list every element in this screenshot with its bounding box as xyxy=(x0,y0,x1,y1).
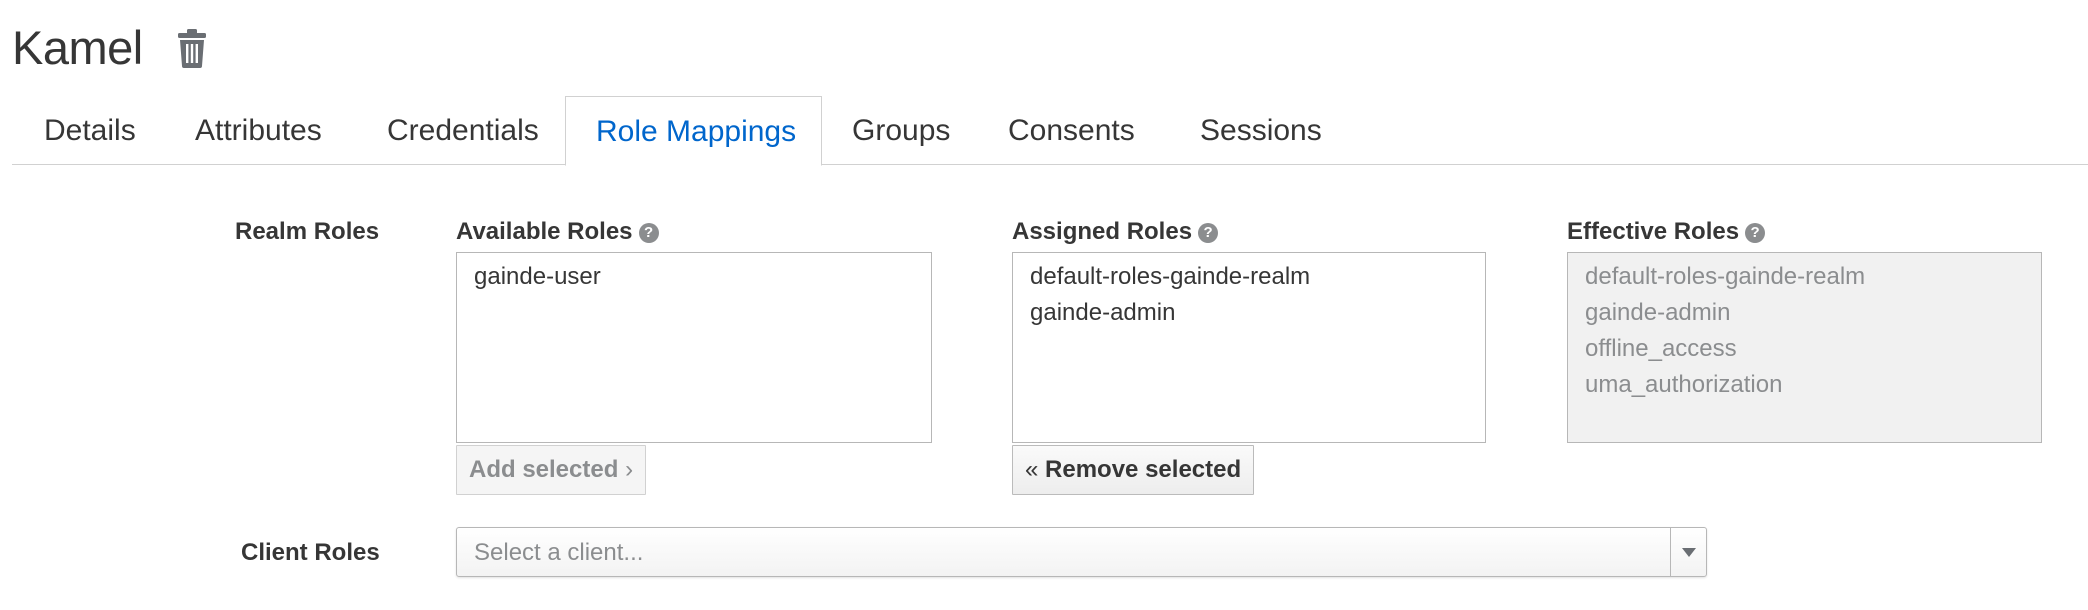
tab-sessions[interactable]: Sessions xyxy=(1170,96,1352,164)
available-roles-heading: Available Roles? xyxy=(456,218,659,246)
add-selected-button[interactable]: Add selected › xyxy=(456,445,647,495)
available-roles-label: Available Roles xyxy=(456,218,633,245)
help-icon[interactable]: ? xyxy=(1745,223,1766,243)
assigned-roles-label: Assigned Roles xyxy=(1012,218,1193,245)
tab-attributes[interactable]: Attributes xyxy=(165,96,352,164)
effective-roles-list: default-roles-gainde-realm gainde-admin … xyxy=(1567,252,2042,443)
tab-groups[interactable]: Groups xyxy=(822,96,980,164)
list-item: uma_authorization xyxy=(1585,371,1783,398)
help-icon[interactable]: ? xyxy=(638,223,659,243)
effective-roles-heading: Effective Roles? xyxy=(1567,218,1766,246)
assigned-roles-heading: Assigned Roles? xyxy=(1012,218,1219,246)
available-roles-list[interactable]: gainde-user xyxy=(456,252,932,443)
page-header: Kamel xyxy=(12,20,209,75)
list-item[interactable]: gainde-admin xyxy=(1030,295,1485,331)
tab-details[interactable]: Details xyxy=(14,96,166,164)
assigned-roles-list[interactable]: default-roles-gainde-realm gainde-admin xyxy=(1012,252,1486,443)
trash-icon[interactable] xyxy=(175,27,209,69)
tab-role-mappings[interactable]: Role Mappings xyxy=(565,96,822,166)
list-item[interactable]: default-roles-gainde-realm xyxy=(1030,259,1485,295)
remove-selected-button[interactable]: « Remove selected xyxy=(1012,445,1255,495)
list-item[interactable]: gainde-user xyxy=(474,259,931,295)
dropdown-toggle[interactable] xyxy=(1670,528,1706,576)
double-chevron-left-icon: « xyxy=(1025,456,1039,483)
help-icon[interactable]: ? xyxy=(1198,223,1219,243)
tab-credentials[interactable]: Credentials xyxy=(357,96,569,164)
caret-down-icon xyxy=(1682,548,1696,557)
add-selected-label: Add selected xyxy=(469,456,619,483)
realm-roles-label: Realm Roles xyxy=(235,218,380,245)
client-select[interactable]: Select a client... xyxy=(456,527,1707,577)
effective-roles-label: Effective Roles xyxy=(1567,218,1740,245)
remove-selected-label: Remove selected xyxy=(1045,456,1242,483)
list-item: offline_access xyxy=(1585,335,1737,362)
list-item: gainde-admin xyxy=(1585,299,1731,326)
client-select-placeholder: Select a client... xyxy=(474,539,644,566)
user-tabs: Details Attributes Credentials Role Mapp… xyxy=(12,96,2088,166)
chevron-right-icon: › xyxy=(625,456,634,483)
list-item: default-roles-gainde-realm xyxy=(1585,263,1866,290)
page-title: Kamel xyxy=(12,21,143,74)
client-roles-label: Client Roles xyxy=(241,539,380,566)
tab-consents[interactable]: Consents xyxy=(978,96,1165,164)
